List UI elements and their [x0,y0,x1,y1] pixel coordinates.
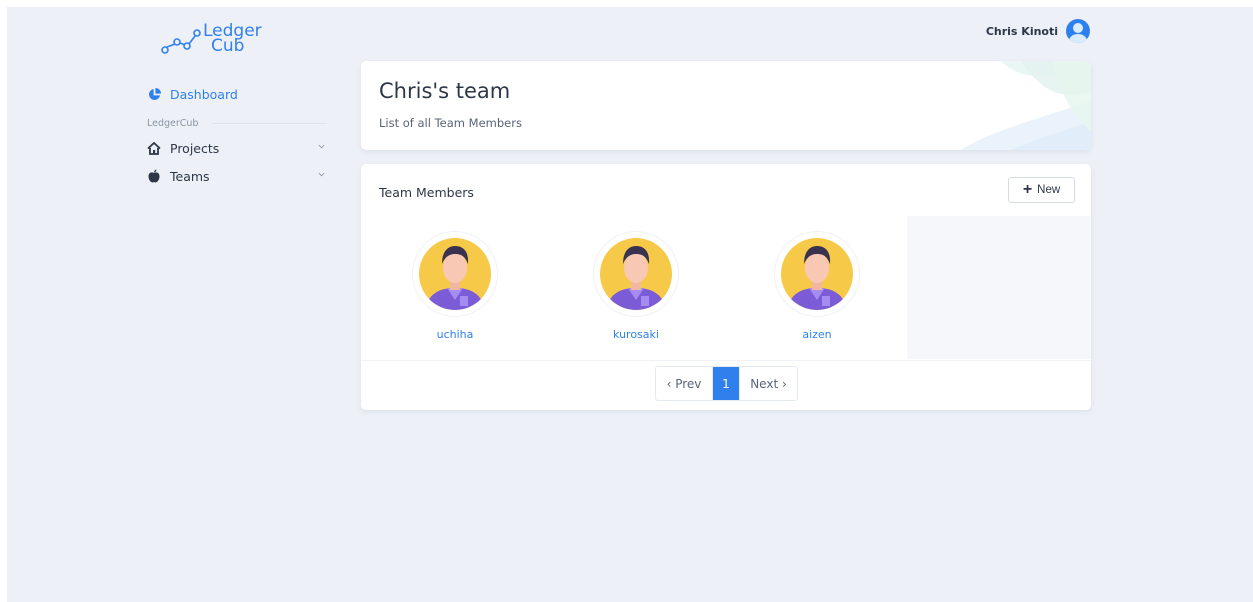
sidebar-item-label: Dashboard [170,86,238,102]
user-menu[interactable]: Chris Kinoti [986,19,1090,43]
brand-line2: Cub [211,36,245,56]
apple-icon [147,169,161,183]
prev-page-button[interactable]: ‹ Prev [656,367,713,400]
team-header-card: Chris's team List of all Team Members [361,61,1091,150]
member-name[interactable]: aizen [757,328,877,341]
member-avatar[interactable] [775,232,859,316]
chevron-down-icon[interactable] [318,143,325,150]
member-avatar[interactable] [594,232,678,316]
member-name[interactable]: kurosaki [576,328,696,341]
app-window: Ledger Cub Chris Kinoti Dashboard Ledger… [7,7,1253,602]
empty-grid-cell [907,216,1091,359]
team-members-card: Team Members + New uchiha kurosaki aizen… [361,164,1091,410]
brand-name: Ledger Cub [203,23,262,56]
sidebar-item-label: Teams [170,168,210,184]
chevron-down-icon[interactable] [318,171,325,178]
logo-nodes-icon [161,29,201,54]
sidebar-item-projects[interactable]: Projects [147,138,327,158]
page-subtitle: List of all Team Members [379,116,522,130]
member-card[interactable]: kurosaki [576,232,696,341]
next-page-button[interactable]: Next › [739,367,797,400]
section-divider [212,123,327,124]
brand-logo[interactable]: Ledger Cub [159,21,289,61]
person-avatar-icon [781,238,853,310]
section-title: Team Members [379,185,474,200]
sidebar-item-label: Projects [170,140,220,156]
decorative-waves [961,61,1091,150]
person-avatar-icon [600,238,672,310]
pagination-row: ‹ Prev 1 Next › [361,360,1091,410]
member-card[interactable]: aizen [757,232,877,341]
sidebar-section-label: LedgerCub [147,118,327,129]
pie-chart-icon [147,87,161,101]
page-title: Chris's team [379,79,511,103]
pagination: ‹ Prev 1 Next › [655,366,798,401]
person-avatar-icon [419,238,491,310]
section-label-text: LedgerCub [147,118,199,129]
sidebar-item-teams[interactable]: Teams [147,166,327,186]
sidebar-item-dashboard[interactable]: Dashboard [147,84,327,104]
user-name: Chris Kinoti [985,24,1058,38]
member-card[interactable]: uchiha [395,232,515,341]
members-grid: uchiha kurosaki aizen [361,216,1091,359]
member-name[interactable]: uchiha [395,328,515,341]
user-avatar-icon[interactable] [1066,19,1090,43]
page-1-button[interactable]: 1 [713,367,739,400]
new-member-button[interactable]: + New [1008,177,1075,203]
member-avatar[interactable] [413,232,497,316]
sidebar: Dashboard LedgerCub Projects Teams [147,84,327,186]
plus-icon: + [1022,181,1033,198]
home-icon [147,141,161,155]
new-button-label: New [1037,184,1061,196]
